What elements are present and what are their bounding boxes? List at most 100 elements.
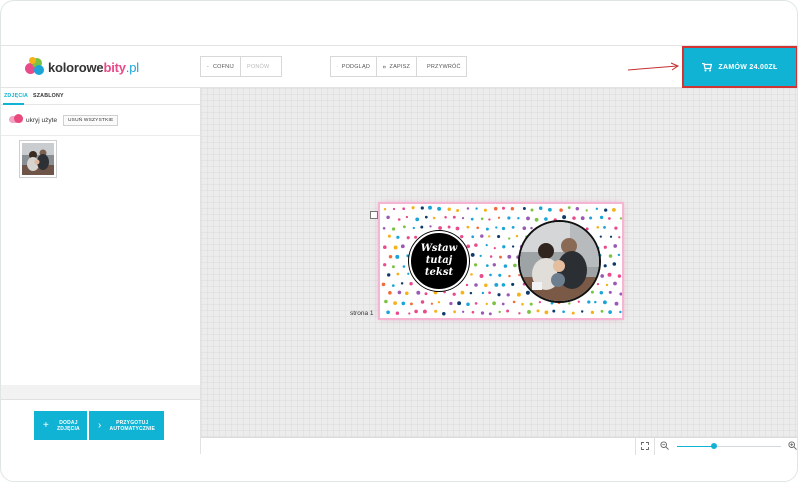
confetti-dot — [617, 274, 622, 278]
confetti-dot — [480, 234, 484, 238]
confetti-dot — [609, 235, 613, 238]
confetti-dot — [466, 207, 470, 210]
undo-icon — [207, 65, 209, 67]
confetti-dot — [407, 272, 410, 275]
confetti-dot — [497, 234, 501, 239]
confetti-dot — [402, 225, 406, 229]
confetti-dot — [599, 235, 602, 238]
text-placeholder[interactable]: Wstaw tutaj tekst — [409, 231, 469, 291]
confetti-dot — [485, 227, 489, 231]
confetti-dot — [471, 310, 475, 314]
confetti-dot — [608, 290, 612, 294]
confetti-dot — [589, 216, 593, 220]
page-label: strona 1 — [350, 310, 374, 317]
confetti-dot — [480, 311, 485, 315]
confetti-dot — [498, 310, 501, 314]
redo-label: PONÓW — [247, 63, 270, 70]
confetti-dot — [485, 243, 488, 247]
zoom-out-icon[interactable] — [660, 441, 669, 450]
confetti-dot — [393, 245, 398, 250]
restore-button[interactable]: PRZYWRÓĆ — [416, 56, 467, 77]
restore-label: PRZYWRÓĆ — [427, 63, 461, 70]
confetti-dot — [404, 291, 409, 296]
confetti-dot — [562, 215, 567, 220]
tab-photos[interactable]: ZDJĘCIA — [4, 93, 28, 99]
logo[interactable]: kolorowebity.pl — [25, 54, 139, 80]
redo-button[interactable]: PONÓW — [240, 56, 282, 77]
family-photo-image — [520, 222, 599, 301]
confetti-dot — [603, 225, 606, 229]
text-placeholder-label: Wstaw tutaj tekst — [420, 243, 458, 278]
confetti-dot — [387, 234, 391, 238]
confetti-dot — [603, 245, 607, 249]
confetti-dot — [409, 281, 413, 286]
confetti-dot — [600, 274, 605, 278]
confetti-dot — [456, 209, 460, 212]
confetti-dot — [544, 217, 548, 221]
confetti-dot — [544, 310, 549, 315]
confetti-dot — [444, 216, 447, 219]
confetti-dot — [501, 226, 506, 231]
confetti-dot — [590, 310, 595, 315]
confetti-dot — [442, 311, 446, 316]
confetti-dot — [577, 300, 580, 303]
confetti-dot — [501, 283, 506, 287]
confetti-dot — [506, 309, 510, 313]
tab-templates[interactable]: SZABLONY — [33, 93, 64, 99]
confetti-dot — [447, 207, 451, 211]
divider — [635, 438, 636, 455]
confetti-dot — [402, 265, 406, 268]
cart-icon — [702, 62, 713, 71]
confetti-dot — [382, 226, 386, 230]
confetti-dot — [474, 302, 478, 305]
zoom-slider-handle[interactable] — [711, 443, 718, 449]
confetti-dot — [613, 244, 618, 248]
confetti-dot — [562, 310, 565, 314]
confetti-dot — [395, 254, 400, 259]
confetti-dot — [400, 282, 404, 285]
confetti-dot — [488, 312, 492, 316]
confetti-dot — [432, 216, 436, 220]
photo-frame[interactable] — [518, 220, 601, 303]
confetti-dot — [471, 235, 475, 239]
confetti-dot — [493, 246, 496, 250]
confetti-dot — [474, 243, 478, 247]
auto-fill-button[interactable]: › PRZYGOTUJ AUTOMATYCZNIE — [89, 411, 164, 440]
confetti-dot — [502, 245, 506, 249]
confetti-dot — [612, 262, 617, 266]
confetti-dot — [484, 283, 488, 288]
fullscreen-icon[interactable] — [641, 442, 649, 450]
confetti-dot — [393, 301, 397, 305]
confetti-dot — [567, 206, 571, 209]
confetti-dot — [479, 254, 482, 258]
undo-button[interactable]: COFNIJ — [200, 56, 241, 77]
page-select-checkbox[interactable] — [370, 211, 378, 219]
order-button[interactable]: ZAMÓW 24.00ZŁ — [682, 46, 797, 88]
confetti-dot — [493, 206, 498, 211]
remove-all-button[interactable]: USUŃ WSZYSTKIE — [63, 115, 119, 126]
zoom-in-icon[interactable] — [788, 441, 797, 450]
confetti-dot — [473, 263, 478, 267]
confetti-dot — [530, 208, 534, 212]
confetti-dot — [420, 206, 424, 210]
confetti-dot — [461, 310, 465, 313]
preview-button[interactable]: PODGLĄD — [330, 56, 377, 77]
confetti-dot — [383, 263, 387, 267]
confetti-dot — [474, 283, 478, 287]
sidebar-spacer — [1, 385, 200, 399]
zoom-slider-fill — [677, 446, 715, 447]
confetti-dot — [455, 226, 460, 231]
confetti-dot — [536, 309, 540, 313]
confetti-dot — [608, 217, 611, 220]
confetti-dot — [383, 208, 387, 211]
save-button[interactable]: ZAPISZ — [376, 56, 417, 77]
confetti-dot — [581, 310, 584, 313]
confetti-dot — [449, 301, 453, 306]
photo-thumbnail[interactable] — [19, 140, 57, 178]
confetti-dot — [488, 218, 491, 221]
confetti-dot — [497, 216, 501, 219]
add-photos-button[interactable]: + DODAJ ZDJĘCIA — [34, 411, 87, 440]
confetti-dot — [618, 236, 621, 239]
confetti-dot — [499, 255, 502, 259]
sidebar-tabs: ZDJĘCIA SZABLONY — [1, 88, 200, 105]
